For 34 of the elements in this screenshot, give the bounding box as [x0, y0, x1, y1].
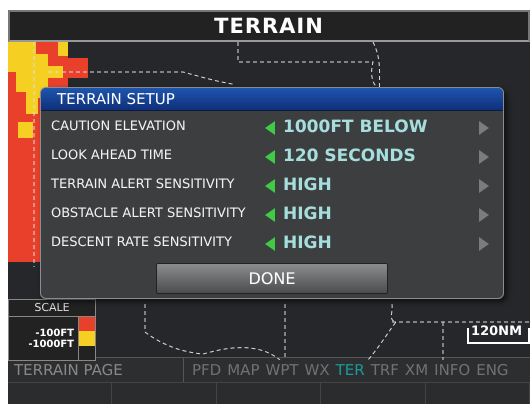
page-tab[interactable]: INFO — [434, 361, 470, 379]
setting-label: CAUTION ELEVATION — [51, 119, 186, 136]
page-tab[interactable]: MAP — [227, 361, 260, 379]
setting-label: LOOK AHEAD TIME — [51, 148, 172, 165]
legend-label: -100FT — [35, 328, 74, 338]
right-arrow-icon — [479, 120, 489, 134]
page-title: TERRAIN — [214, 14, 324, 38]
legend-label: -1000FT — [28, 338, 74, 350]
page-tab[interactable]: XM — [404, 361, 428, 379]
setting-label: OBSTACLE ALERT SENSITIVITY — [51, 206, 246, 223]
left-arrow-icon — [265, 236, 275, 250]
right-arrow-icon — [479, 178, 489, 192]
page-tab[interactable]: WX — [304, 361, 330, 379]
left-arrow-icon — [265, 120, 275, 134]
left-arrow-icon — [265, 150, 275, 164]
right-arrow-icon — [479, 150, 489, 164]
left-arrow-icon — [265, 178, 275, 192]
page-tab[interactable]: TER — [336, 361, 365, 379]
setting-value[interactable]: 1000FT BELOW — [283, 116, 428, 139]
right-arrow-icon — [479, 208, 489, 222]
page-tab[interactable]: WPT — [265, 361, 299, 379]
setting-label: TERRAIN ALERT SENSITIVITY — [51, 177, 234, 194]
setting-value[interactable]: HIGH — [283, 203, 332, 226]
setting-label: DESCENT RATE SENSITIVITY — [51, 235, 232, 252]
left-arrow-icon — [265, 208, 275, 222]
setting-value[interactable]: 120 SECONDS — [283, 145, 416, 168]
page-tab[interactable]: PFD — [192, 361, 222, 379]
setting-value[interactable]: HIGH — [283, 174, 332, 197]
page-tab[interactable]: TRF — [370, 361, 399, 379]
right-arrow-icon — [479, 236, 489, 250]
dialog-title: TERRAIN SETUP — [57, 90, 175, 108]
done-button[interactable]: DONE — [156, 263, 388, 294]
page-tab[interactable]: ENG — [476, 361, 509, 379]
setting-value[interactable]: HIGH — [283, 232, 332, 255]
